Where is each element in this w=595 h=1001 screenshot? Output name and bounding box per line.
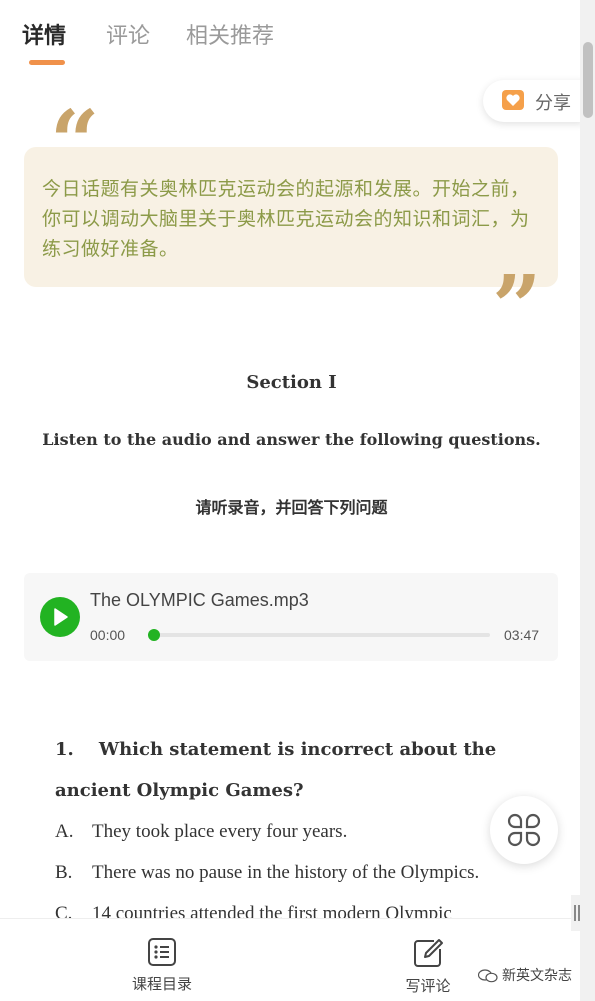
course-catalog-button[interactable]: 课程目录	[117, 937, 207, 994]
instruction-chinese: 请听录音，并回答下列问题	[195, 498, 388, 517]
audio-duration: 03:47	[504, 627, 540, 643]
tab-recommendations[interactable]: 相关推荐	[186, 18, 274, 50]
course-catalog-label: 课程目录	[131, 975, 192, 993]
tab-details[interactable]: 详情	[22, 18, 66, 50]
edit-icon	[414, 939, 443, 967]
resize-grip[interactable]	[571, 895, 583, 931]
option-text: They took place every four years.	[92, 821, 348, 842]
option-b: B. There was no pause in the history of t…	[55, 862, 479, 884]
intro-quote-box: 今日话题有关奥林匹克运动会的起源和发展。开始之前，你可以调动大脑里关于奥林匹克运…	[24, 147, 558, 287]
scrollbar-thumb[interactable]	[583, 42, 593, 118]
write-comment-button[interactable]: 写评论	[383, 937, 473, 996]
tab-comments[interactable]: 评论	[106, 18, 150, 50]
list-icon	[148, 938, 176, 966]
audio-progress-bar[interactable]	[148, 629, 490, 641]
scrollbar[interactable]	[580, 0, 595, 1001]
active-tab-indicator	[29, 60, 65, 65]
write-comment-label: 写评论	[405, 977, 451, 995]
top-tab-bar: 详情 评论 相关推荐	[0, 0, 580, 75]
option-letter: A.	[55, 821, 74, 842]
heart-share-icon	[502, 90, 524, 110]
question-text-line-2: ancient Olympic Games?	[55, 780, 304, 801]
watermark-text: 新英文杂志	[502, 968, 572, 984]
wechat-icon	[477, 969, 498, 983]
share-button[interactable]: 分享	[483, 80, 583, 122]
option-letter: B.	[55, 862, 73, 883]
audio-player: The OLYMPIC Games.mp3 00:00 03:47	[24, 573, 558, 661]
option-a: A. They took place every four years.	[55, 821, 347, 843]
share-label: 分享	[535, 93, 571, 114]
audio-progress-handle[interactable]	[148, 629, 160, 641]
section-title: Section I	[246, 372, 337, 393]
wechat-watermark: 新英文杂志	[477, 965, 572, 985]
bottom-action-bar: 课程目录 写评论	[0, 918, 580, 1001]
instruction-english: Listen to the audio and answer the follo…	[42, 430, 541, 449]
grid-menu-icon	[507, 813, 541, 847]
audio-title: The OLYMPIC Games.mp3	[90, 590, 309, 610]
play-icon	[54, 608, 68, 626]
close-quote-mark: ”	[492, 257, 542, 358]
question-text-line-1: 1. Which statement is incorrect about th…	[55, 739, 497, 760]
floating-menu-button[interactable]	[490, 796, 558, 864]
intro-quote-text: 今日话题有关奥林匹克运动会的起源和发展。开始之前，你可以调动大脑里关于奥林匹克运…	[42, 178, 530, 260]
play-button[interactable]	[40, 597, 80, 637]
audio-current-time: 00:00	[90, 627, 126, 643]
option-text: There was no pause in the history of the…	[92, 862, 480, 883]
